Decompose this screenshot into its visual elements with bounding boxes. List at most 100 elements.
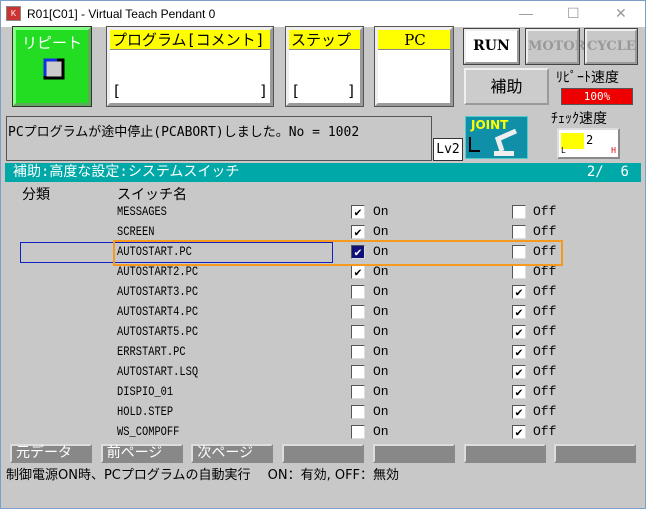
on-label: On: [373, 384, 389, 399]
on-label: On: [373, 404, 389, 419]
on-checkbox[interactable]: ✔: [351, 205, 365, 219]
switch-row: AUTOSTART5.PC On ✔ Off: [1, 322, 641, 342]
function-key-5[interactable]: [372, 444, 455, 463]
function-key-4[interactable]: [282, 444, 365, 463]
off-checkbox[interactable]: [512, 225, 526, 239]
aux-button[interactable]: 補助: [464, 68, 549, 105]
program-panel[interactable]: プログラム[コメント] [ ]: [106, 26, 274, 107]
off-label: Off: [533, 264, 557, 279]
on-checkbox[interactable]: [351, 345, 365, 359]
on-label: On: [373, 344, 389, 359]
switch-row: AUTOSTART3.PC On ✔ Off: [1, 282, 641, 302]
off-checkbox[interactable]: ✔: [512, 405, 526, 419]
program-header: プログラム[コメント]: [110, 30, 270, 50]
off-checkbox[interactable]: ✔: [512, 345, 526, 359]
off-checkbox[interactable]: [512, 265, 526, 279]
on-checkbox[interactable]: [351, 285, 365, 299]
on-checkbox[interactable]: [351, 425, 365, 439]
cycle-button[interactable]: CYCLE: [584, 28, 638, 65]
off-checkbox[interactable]: ✔: [512, 365, 526, 379]
level-indicator[interactable]: Lv2: [433, 138, 463, 161]
close-button[interactable]: ✕: [615, 5, 627, 22]
switch-row: DISPIO_01 On ✔ Off: [1, 382, 641, 402]
bracket-close: ]: [258, 82, 268, 100]
off-label: Off: [533, 364, 557, 379]
switch-row: ERRSTART.PC On ✔ Off: [1, 342, 641, 362]
switch-row: MESSAGES ✔ On Off: [1, 202, 641, 222]
focus-highlight: [113, 240, 563, 266]
switch-row: SCREEN ✔ On Off: [1, 222, 641, 242]
gauge-low: L: [561, 146, 566, 155]
off-label: Off: [533, 384, 557, 399]
switch-row: WS_COMPOFF On ✔ Off: [1, 422, 641, 442]
switch-name: AUTOSTART5.PC: [117, 324, 199, 339]
function-key-1[interactable]: 元データ: [10, 444, 92, 463]
screen-title-bar: 補助:高度な設定:システムスイッチ 2/ 6: [5, 163, 641, 182]
on-label: On: [373, 424, 389, 439]
repeat-speed-value[interactable]: 100%: [561, 88, 633, 105]
column-switch-name: スイッチ名: [117, 187, 187, 203]
on-label: On: [373, 264, 389, 279]
run-button[interactable]: RUN: [463, 28, 520, 65]
joint-button[interactable]: JOINT: [465, 116, 528, 159]
switch-name: AUTOSTART2.PC: [117, 264, 199, 279]
on-label: On: [373, 304, 389, 319]
switch-row: HOLD.STEP On ✔ Off: [1, 402, 641, 422]
step-header: ステップ: [289, 30, 360, 50]
off-label: Off: [533, 324, 557, 339]
off-checkbox[interactable]: ✔: [512, 325, 526, 339]
page-indicator: 2/ 6: [586, 164, 629, 180]
on-checkbox[interactable]: [351, 365, 365, 379]
step-panel[interactable]: ステップ [ ]: [285, 26, 364, 107]
bracket-open: [: [112, 82, 122, 100]
switch-name: DISPIO_01: [117, 384, 174, 399]
bracket-open: [: [291, 82, 301, 100]
function-key-6[interactable]: [463, 444, 546, 463]
function-key-3[interactable]: 次ページ: [191, 444, 274, 463]
pc-header: PC: [378, 30, 450, 50]
on-label: On: [373, 284, 389, 299]
pendant-window: K R01[C01] - Virtual Teach Pendant 0 — ☐…: [0, 0, 646, 509]
screen-title: 補助:高度な設定:システムスイッチ: [13, 164, 240, 180]
off-label: Off: [533, 284, 557, 299]
off-checkbox[interactable]: ✔: [512, 285, 526, 299]
maximize-button[interactable]: ☐: [567, 5, 580, 22]
on-label: On: [373, 324, 389, 339]
switch-name: WS_COMPOFF: [117, 424, 180, 439]
function-key-7[interactable]: [554, 444, 637, 463]
off-label: Off: [533, 424, 557, 439]
column-category: 分類: [22, 187, 50, 203]
minimize-button[interactable]: —: [519, 5, 533, 21]
on-checkbox[interactable]: [351, 325, 365, 339]
bracket-close: ]: [346, 82, 356, 100]
on-checkbox[interactable]: [351, 305, 365, 319]
on-checkbox[interactable]: ✔: [351, 225, 365, 239]
off-checkbox[interactable]: [512, 205, 526, 219]
off-checkbox[interactable]: ✔: [512, 305, 526, 319]
function-key-2[interactable]: 前ページ: [100, 444, 183, 463]
on-label: On: [373, 364, 389, 379]
check-speed-gauge[interactable]: 2 L H: [557, 128, 620, 159]
check-speed-label: ﾁｪｯｸ速度: [551, 111, 607, 127]
switch-name: MESSAGES: [117, 204, 167, 219]
off-checkbox[interactable]: ✔: [512, 385, 526, 399]
pc-panel[interactable]: PC: [374, 26, 454, 107]
message-box: PCプログラムが途中停止(PCABORT)しました。No = 1002: [6, 116, 432, 161]
switch-name: HOLD.STEP: [117, 404, 174, 419]
on-label: On: [373, 204, 389, 219]
mode-label: リピート: [21, 34, 82, 52]
mode-repeat-button[interactable]: リピート: [12, 26, 92, 107]
off-checkbox[interactable]: ✔: [512, 425, 526, 439]
off-label: Off: [533, 224, 557, 239]
switch-name: AUTOSTART4.PC: [117, 304, 199, 319]
repeat-speed-label: ﾘﾋﾟｰﾄ速度: [556, 70, 619, 86]
off-label: Off: [533, 344, 557, 359]
motor-button[interactable]: MOTOR: [525, 28, 586, 65]
on-checkbox[interactable]: [351, 385, 365, 399]
check-speed-level: 2: [586, 133, 594, 147]
on-label: On: [373, 224, 389, 239]
off-label: Off: [533, 304, 557, 319]
on-checkbox[interactable]: [351, 405, 365, 419]
switch-row: AUTOSTART4.PC On ✔ Off: [1, 302, 641, 322]
on-checkbox[interactable]: ✔: [351, 265, 365, 279]
